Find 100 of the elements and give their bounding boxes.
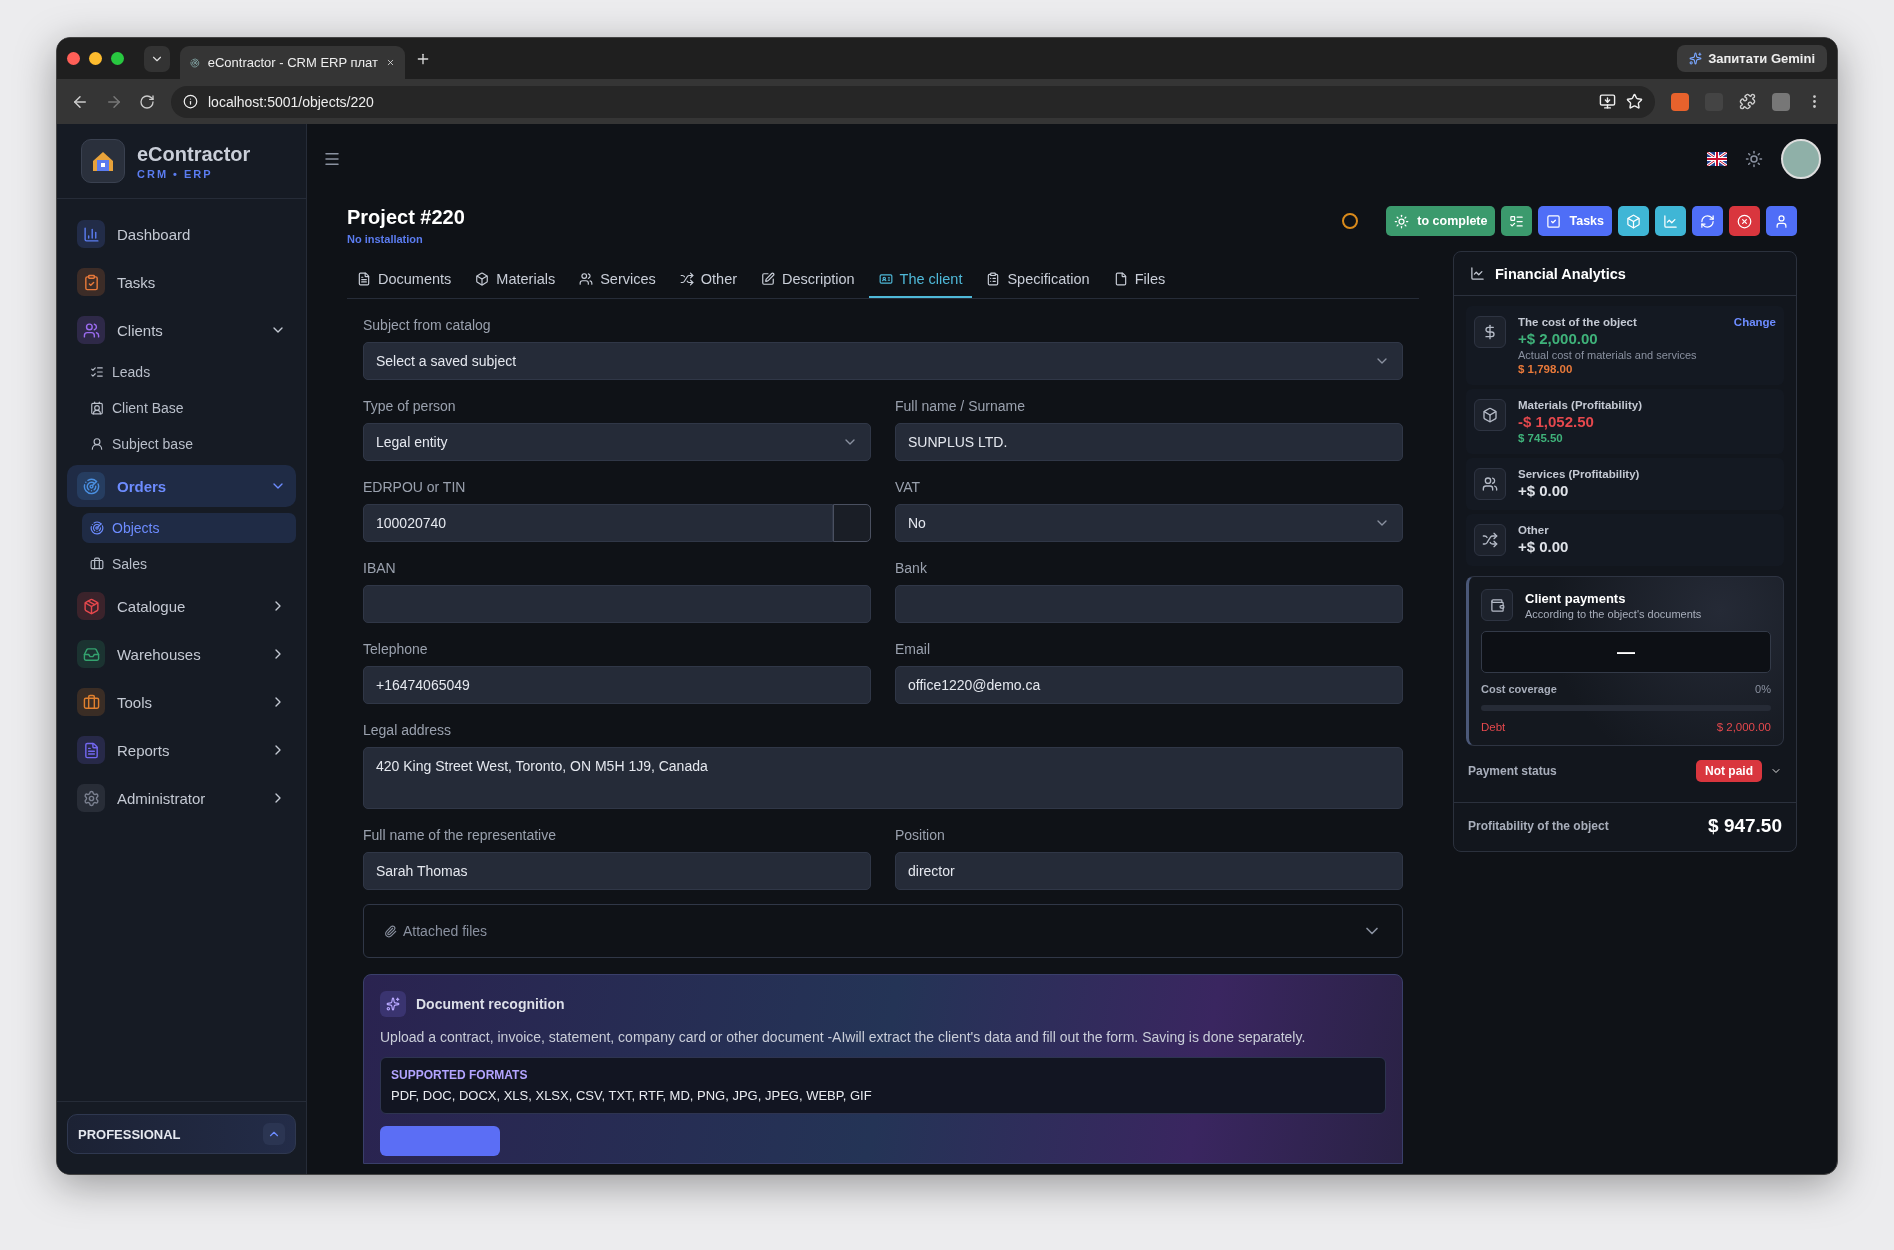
assistant-button[interactable]: Запитати Gemini xyxy=(1677,45,1827,72)
input-field[interactable]: Sarah Thomas xyxy=(363,852,871,890)
page-title: Project #220 xyxy=(347,206,465,229)
change-link[interactable]: Change xyxy=(1733,316,1776,328)
briefcase-icon xyxy=(77,688,105,716)
user-icon xyxy=(1774,213,1789,229)
tab[interactable]: Materials xyxy=(465,263,566,298)
window-close-button[interactable] xyxy=(67,52,80,65)
action-button[interactable]: Tasks xyxy=(1538,206,1612,236)
briefcase-icon xyxy=(90,557,104,571)
user-icon xyxy=(90,437,104,451)
select-field[interactable]: No xyxy=(895,504,1403,542)
tab[interactable]: Other xyxy=(669,263,748,298)
nav-item[interactable]: Tasks xyxy=(67,261,296,303)
tab-list-button[interactable] xyxy=(144,45,170,72)
extensions-icon[interactable] xyxy=(1739,93,1756,110)
brand-name: eContractor xyxy=(137,142,251,166)
tab[interactable]: Specification xyxy=(976,263,1100,298)
users-icon xyxy=(1474,468,1506,500)
input-field[interactable]: director xyxy=(895,852,1403,890)
window-maximize-button[interactable] xyxy=(111,52,124,65)
field-label: Legal address xyxy=(363,722,452,738)
chart-icon xyxy=(1470,266,1485,281)
icon-button[interactable] xyxy=(1501,206,1533,236)
brand-subtitle: CRM • ERP xyxy=(137,167,214,180)
item-extra: $ 745.50 xyxy=(1518,432,1564,444)
edit-icon xyxy=(761,272,776,286)
panel-title: Document recognition xyxy=(416,996,565,1012)
sparkle-icon xyxy=(380,991,406,1017)
nav-subitem[interactable]: Objects xyxy=(82,513,296,543)
install-icon[interactable] xyxy=(1599,93,1616,110)
tab[interactable]: Documents xyxy=(347,263,462,298)
settings-icon xyxy=(77,784,105,812)
users-icon xyxy=(77,316,105,344)
info-icon[interactable] xyxy=(183,94,198,109)
address-field[interactable]: localhost:5001/objects/220 xyxy=(171,85,1655,118)
extension-icon[interactable] xyxy=(1671,92,1689,111)
avatar[interactable] xyxy=(1781,139,1821,179)
flag-icon[interactable] xyxy=(1707,152,1727,166)
nav-subitem[interactable]: Client Base xyxy=(82,393,296,423)
nav-item[interactable]: Tools xyxy=(67,681,296,723)
icon-button[interactable] xyxy=(1729,206,1760,236)
box-icon xyxy=(475,272,490,286)
window-minimize-button[interactable] xyxy=(89,52,102,65)
profit-value: $ 947.50 xyxy=(1708,815,1782,837)
tab[interactable]: Description xyxy=(751,263,865,298)
plan-name: PROFESSIONAL xyxy=(78,1126,181,1142)
profile-icon[interactable] xyxy=(1772,92,1790,111)
input-field[interactable]: SUNPLUS LTD. xyxy=(895,423,1403,461)
reload-icon[interactable] xyxy=(139,93,155,110)
browser-tab[interactable]: eContractor - CRM ERP плат xyxy=(180,46,405,79)
textarea-field[interactable]: 420 King Street West, Toronto, ON M5H 1J9, Canada xyxy=(363,747,1403,809)
nav-item[interactable]: Administrator xyxy=(67,777,296,819)
input-field[interactable]: +16474065049 xyxy=(363,666,871,704)
field-label: VAT xyxy=(895,479,922,495)
tab[interactable]: Files xyxy=(1103,263,1176,298)
box-icon xyxy=(1626,213,1641,229)
select-field[interactable]: Legal entity xyxy=(363,423,871,461)
icon-button[interactable] xyxy=(1692,206,1723,236)
nav-item[interactable]: Orders xyxy=(67,465,296,507)
tab[interactable]: Services xyxy=(569,263,666,298)
plan-panel[interactable]: PROFESSIONAL xyxy=(67,1114,296,1154)
item-note: Actual cost of materials and services xyxy=(1518,349,1698,361)
chart-icon xyxy=(1663,213,1678,229)
amount-display: — xyxy=(1481,631,1771,673)
nav-item[interactable]: Catalogue xyxy=(67,585,296,627)
document-icon xyxy=(357,272,371,286)
panel-title: Financial Analytics xyxy=(1495,265,1626,282)
nav-subitem[interactable]: Subject base xyxy=(82,429,296,459)
tab[interactable]: The client xyxy=(868,263,973,298)
input-field[interactable] xyxy=(363,585,871,623)
input-field[interactable]: 100020740 xyxy=(363,504,833,542)
star-icon[interactable] xyxy=(1626,93,1643,110)
contact-icon xyxy=(90,401,104,415)
input-field[interactable]: office1220@demo.ca xyxy=(895,666,1403,704)
expand-button[interactable] xyxy=(263,1123,285,1145)
shuffle-icon xyxy=(1474,524,1506,556)
icon-button[interactable] xyxy=(1618,206,1649,236)
select-field[interactable]: Select a saved subject xyxy=(363,342,1403,380)
nav-item[interactable]: Reports xyxy=(67,729,296,771)
nav-subitem[interactable]: Sales xyxy=(82,549,296,579)
nav-item[interactable]: Clients xyxy=(67,309,296,351)
input-field[interactable] xyxy=(895,585,1403,623)
item-title: Other xyxy=(1518,524,1549,536)
nav-subitem[interactable]: Leads xyxy=(82,357,296,387)
nav-item[interactable]: Warehouses xyxy=(67,633,296,675)
attached-files-panel[interactable]: Attached files xyxy=(363,904,1403,958)
page-subtitle: No installation xyxy=(347,233,424,245)
icon-button[interactable] xyxy=(1766,206,1797,236)
card-title: Client payments xyxy=(1525,590,1627,606)
menu-icon[interactable] xyxy=(323,150,341,168)
coverage-label: Cost coverage xyxy=(1481,683,1557,695)
field-label: Telephone xyxy=(363,641,429,657)
nav-item[interactable]: Dashboard xyxy=(67,213,296,255)
theme-icon[interactable] xyxy=(1745,150,1763,168)
coverage-value: 0% xyxy=(1755,683,1771,695)
status-badge[interactable]: Not paid xyxy=(1696,760,1762,782)
field-label: Full name of the representative xyxy=(363,827,557,843)
field-label: EDRPOU or TIN xyxy=(363,479,467,495)
icon-button[interactable] xyxy=(1655,206,1686,236)
